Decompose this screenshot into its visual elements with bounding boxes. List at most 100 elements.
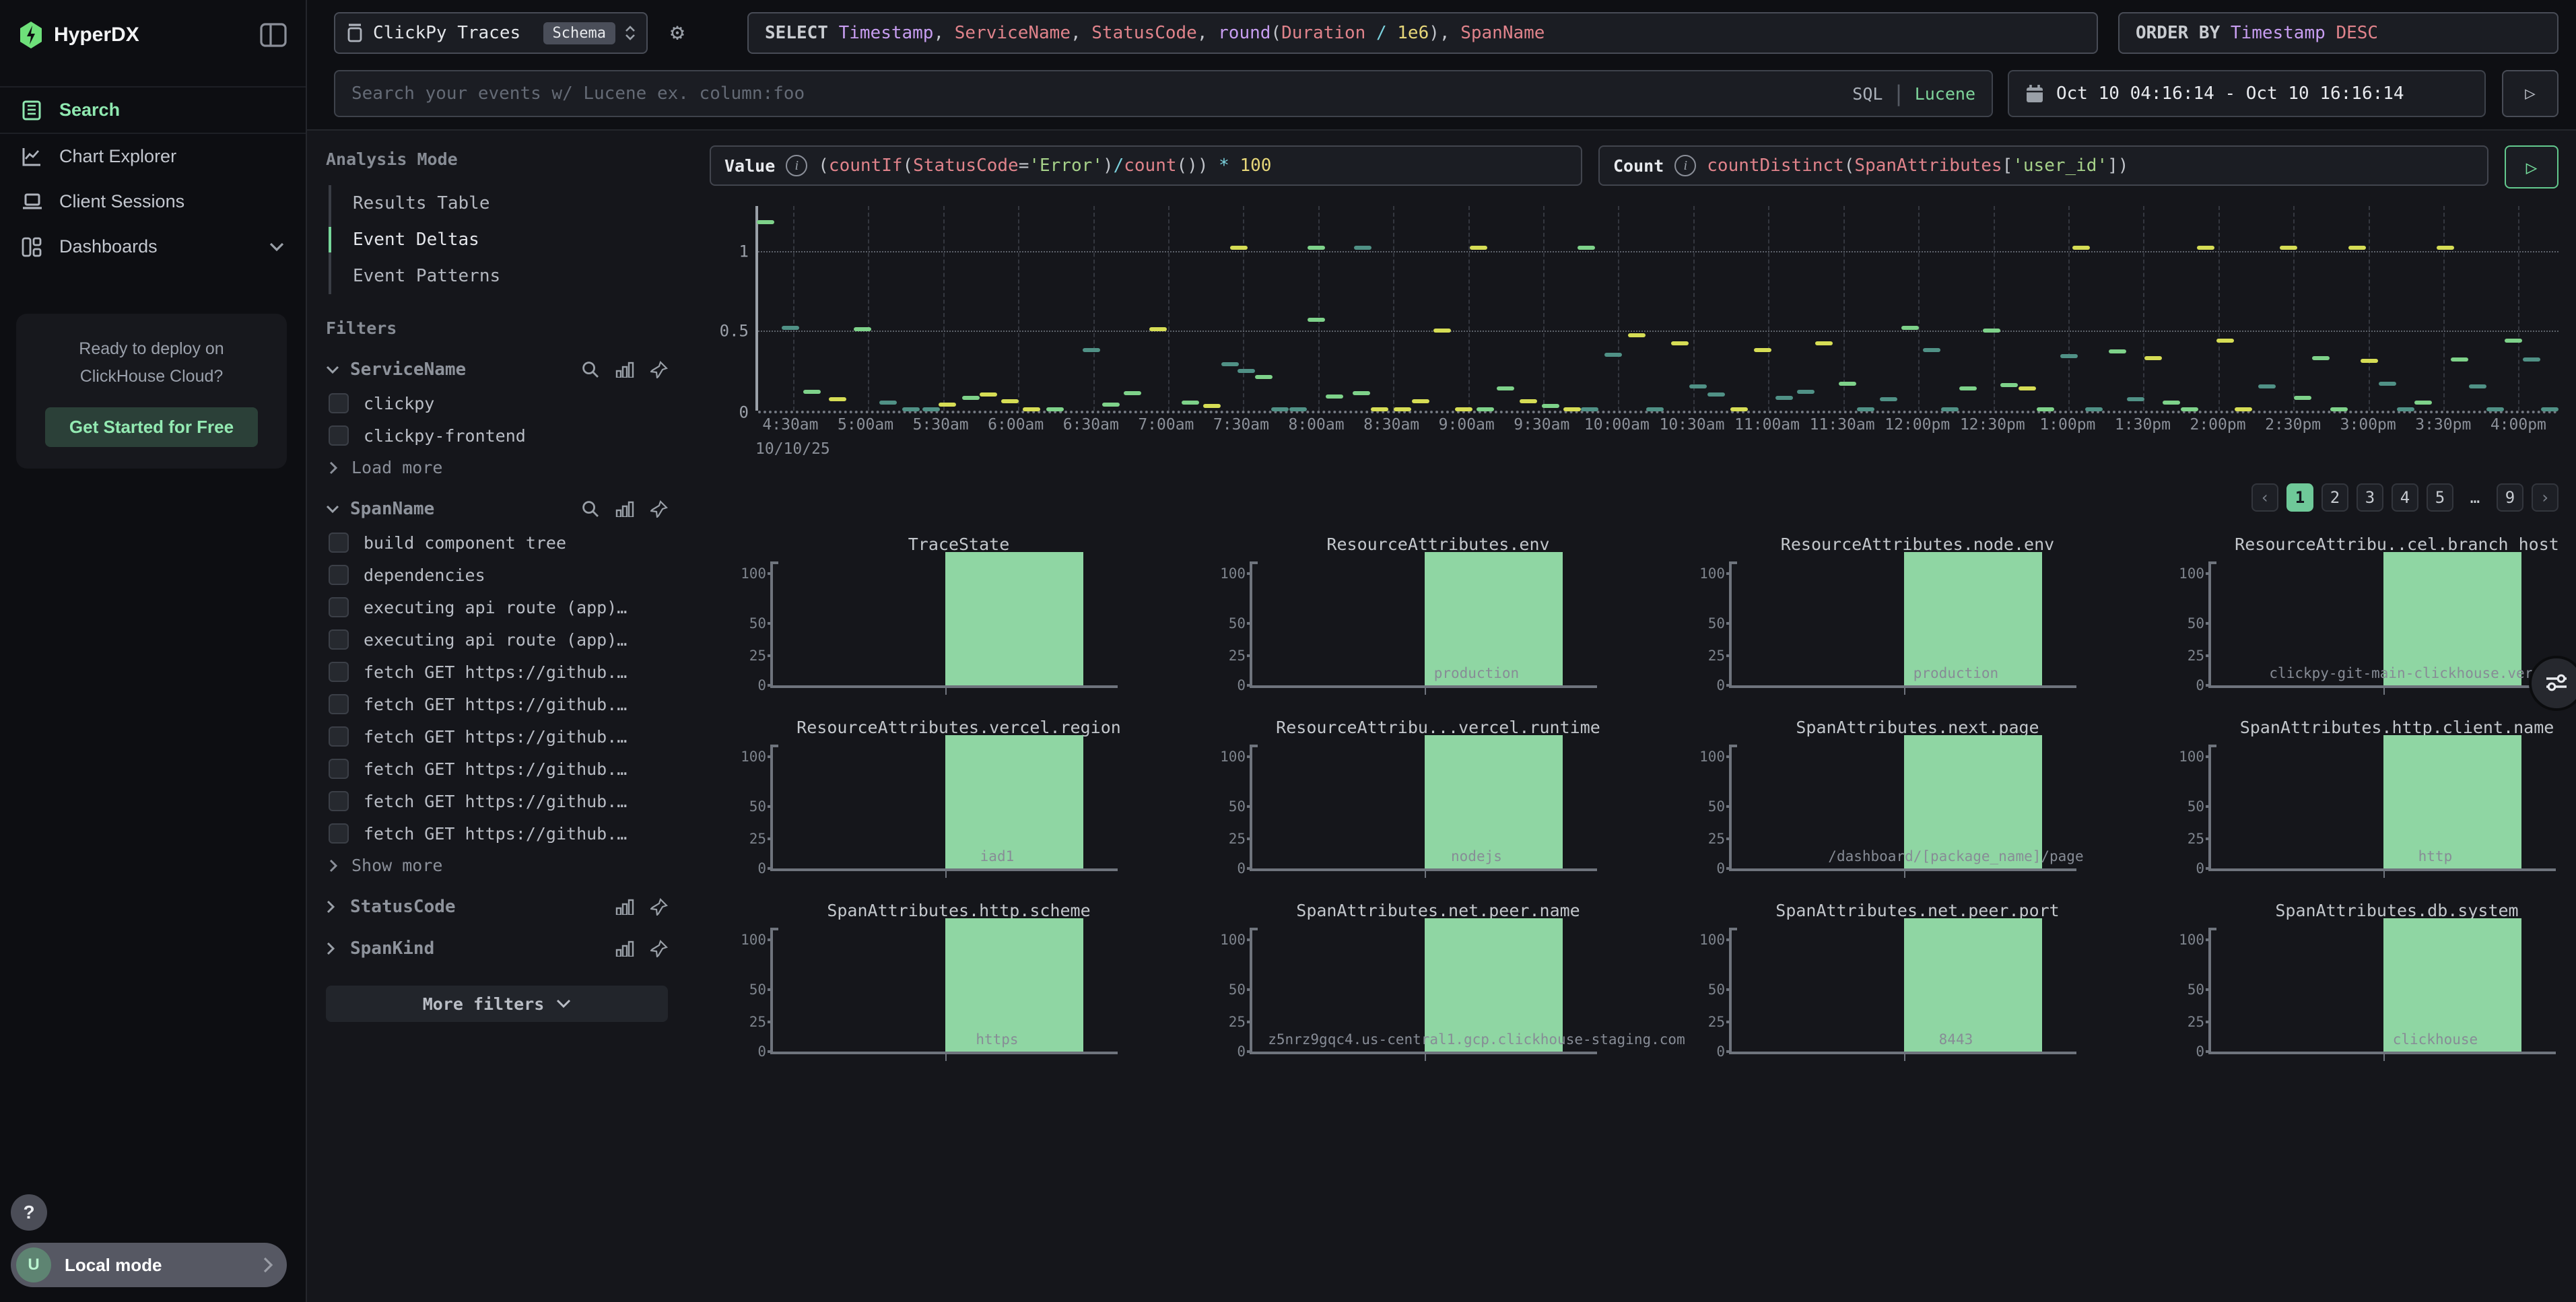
x-tick-label: 2:00pm <box>2190 416 2245 434</box>
count-expression-input[interactable]: Count i countDistinct(SpanAttributes['us… <box>1598 145 2488 186</box>
code-token: [ <box>2002 156 2013 176</box>
y-tick-label: 50 <box>749 615 766 631</box>
analysis-mode-item[interactable]: Event Deltas <box>331 221 668 258</box>
attribute-chart[interactable]: TraceState10050250 <box>719 535 1198 718</box>
page-button[interactable]: 9 <box>2497 483 2523 512</box>
y-tick-mark <box>768 572 773 575</box>
page-button[interactable]: 5 <box>2427 483 2453 512</box>
pin-icon[interactable] <box>650 898 668 916</box>
attribute-chart[interactable]: SpanAttributes.net.peer.port100502508443 <box>1678 901 2157 1084</box>
attribute-chart[interactable]: SpanAttributes.http.client.name10050250h… <box>2157 718 2576 901</box>
page-button[interactable]: 3 <box>2357 483 2383 512</box>
analysis-mode-item[interactable]: Results Table <box>331 185 668 221</box>
source-select[interactable]: ClickPy Traces Schema <box>334 12 648 54</box>
checkbox[interactable] <box>329 425 349 446</box>
analysis-mode-item[interactable]: Event Patterns <box>331 258 668 294</box>
checkbox[interactable] <box>329 694 349 714</box>
sql-select-input[interactable]: SELECT Timestamp, ServiceName, StatusCod… <box>747 12 2098 54</box>
filter-option[interactable]: fetch GET https://github.… <box>329 694 668 714</box>
page-button[interactable]: 4 <box>2392 483 2418 512</box>
x-category-label: iad1 <box>980 848 1015 864</box>
pin-icon[interactable] <box>650 940 668 957</box>
y-tick-label: 100 <box>2179 932 2204 948</box>
bar-chart-icon[interactable] <box>615 899 634 915</box>
filter-option[interactable]: clickpy-frontend <box>329 425 668 446</box>
attribute-chart[interactable]: ResourceAttributes.vercel.region10050250… <box>719 718 1198 901</box>
search-input[interactable]: Search your events w/ Lucene ex. column:… <box>334 70 1993 117</box>
checkbox[interactable] <box>329 791 349 811</box>
filter-group-name[interactable]: ServiceName <box>350 359 571 380</box>
filter-option[interactable]: fetch GET https://github.… <box>329 662 668 682</box>
checkbox[interactable] <box>329 662 349 682</box>
filter-group-name[interactable]: SpanKind <box>350 938 605 959</box>
checkbox[interactable] <box>329 533 349 553</box>
checkbox[interactable] <box>329 629 349 650</box>
attribute-chart[interactable]: SpanAttributes.db.system10050250clickhou… <box>2157 901 2576 1084</box>
bar-chart-icon[interactable] <box>615 940 634 957</box>
filter-option[interactable]: executing api route (app)… <box>329 629 668 650</box>
filter-option[interactable]: fetch GET https://github.… <box>329 726 668 747</box>
filter-group-name[interactable]: SpanName <box>350 499 571 519</box>
filter-group-name[interactable]: StatusCode <box>350 897 605 917</box>
run-analysis-button[interactable]: ▷ <box>2505 145 2558 189</box>
checkbox[interactable] <box>329 565 349 585</box>
sidebar-item-client-sessions[interactable]: Client Sessions <box>0 179 306 224</box>
y-tick-label: 50 <box>1708 982 1725 998</box>
sidebar-item-dashboards[interactable]: Dashboards <box>0 224 306 269</box>
filter-option[interactable]: fetch GET https://github.… <box>329 823 668 844</box>
filter-option[interactable]: build component tree <box>329 533 668 553</box>
checkbox[interactable] <box>329 726 349 747</box>
sidebar-item-search[interactable]: Search <box>0 86 306 134</box>
sidebar-item-chart-explorer[interactable]: Chart Explorer <box>0 134 306 179</box>
checkbox[interactable] <box>329 823 349 844</box>
pin-icon[interactable] <box>650 361 668 378</box>
page-prev-button[interactable]: ‹ <box>2251 483 2278 512</box>
help-button[interactable]: ? <box>11 1194 47 1231</box>
more-filters-button[interactable]: More filters <box>326 986 668 1022</box>
attribute-chart[interactable]: SpanAttributes.next.page10050250/dashboa… <box>1678 718 2157 901</box>
checkbox[interactable] <box>329 597 349 617</box>
page-next-button[interactable]: › <box>2532 483 2558 512</box>
filter-option[interactable]: fetch GET https://github.… <box>329 759 668 779</box>
attribute-chart[interactable]: ResourceAttributes.node.env10050250produ… <box>1678 535 2157 718</box>
mode-toggle-lucene[interactable]: Lucene <box>1915 84 1975 104</box>
sidebar-collapse-icon[interactable] <box>260 23 287 47</box>
y-tick-mark <box>1247 837 1252 840</box>
filter-option-label: clickpy <box>364 394 434 413</box>
date-range-picker[interactable]: Oct 10 04:16:14 - Oct 10 16:16:14 <box>2008 70 2486 117</box>
x-category-label: production <box>1434 665 1519 681</box>
local-mode-menu[interactable]: U Local mode <box>11 1243 287 1287</box>
run-query-button[interactable]: ▷ <box>2502 70 2558 117</box>
attribute-chart[interactable]: ResourceAttributes.env10050250production <box>1198 535 1678 718</box>
attribute-chart[interactable]: SpanAttributes.net.peer.name10050250z5nr… <box>1198 901 1678 1084</box>
x-tick-label: 3:30pm <box>2415 416 2471 434</box>
value-expression-input[interactable]: Value i (countIf(StatusCode='Error')/cou… <box>710 145 1582 186</box>
get-started-button[interactable]: Get Started for Free <box>45 407 258 447</box>
attribute-chart[interactable]: ResourceAttribu...vercel.runtime10050250… <box>1198 718 1678 901</box>
filter-option[interactable]: dependencies <box>329 565 668 585</box>
code-token: countIf <box>829 156 903 176</box>
bar-chart-icon[interactable] <box>615 501 634 517</box>
code-token: DESC <box>2336 23 2378 43</box>
y-tick-mark <box>2206 1050 2211 1053</box>
attribute-chart[interactable]: ResourceAttribu..cel.branch_host10050250… <box>2157 535 2576 718</box>
filter-option[interactable]: fetch GET https://github.… <box>329 791 668 811</box>
search-icon[interactable] <box>582 361 599 378</box>
page-button[interactable]: 1 <box>2286 483 2313 512</box>
search-icon[interactable] <box>582 500 599 518</box>
gear-icon[interactable]: ⚙ <box>663 18 692 47</box>
mode-toggle-sql[interactable]: SQL <box>1852 84 1883 104</box>
bar-chart-icon[interactable] <box>615 362 634 378</box>
order-by-input[interactable]: ORDER BY Timestamp DESC <box>2118 12 2558 54</box>
filter-load-more[interactable]: Load more <box>329 458 668 477</box>
page-button[interactable]: 2 <box>2321 483 2348 512</box>
filter-load-more[interactable]: Show more <box>329 856 668 875</box>
checkbox[interactable] <box>329 393 349 413</box>
filter-option[interactable]: executing api route (app)… <box>329 597 668 617</box>
checkbox[interactable] <box>329 759 349 779</box>
pin-icon[interactable] <box>650 500 668 518</box>
code-token: round <box>1218 23 1270 43</box>
filter-option[interactable]: clickpy <box>329 393 668 413</box>
attribute-chart[interactable]: SpanAttributes.http.scheme10050250https <box>719 901 1198 1084</box>
filter-option-label: dependencies <box>364 566 485 585</box>
